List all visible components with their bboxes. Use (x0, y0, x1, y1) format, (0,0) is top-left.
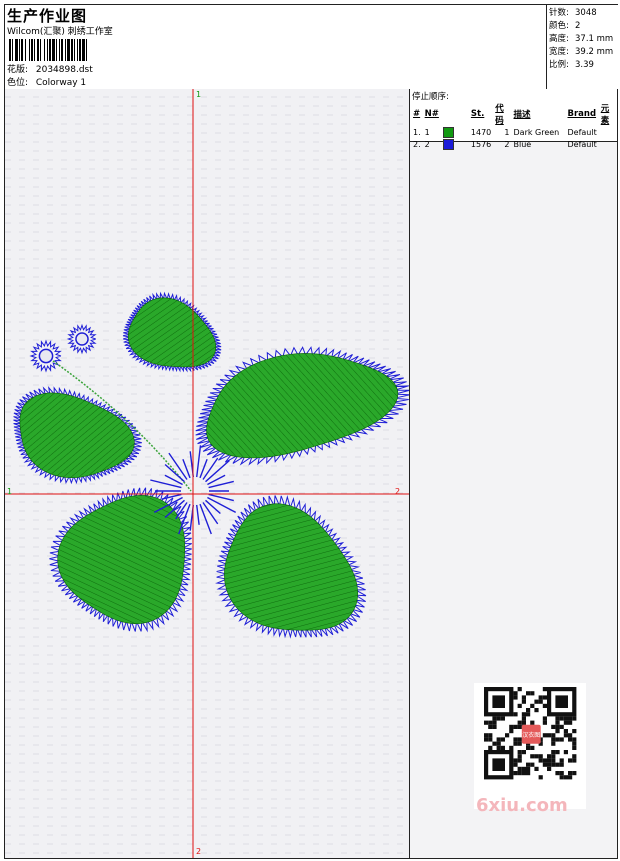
stat-value: 39.2 mm (575, 47, 614, 57)
qr-logo-text: 汉衣图 (522, 731, 540, 739)
row-brand: Default (567, 139, 597, 149)
col-element: 元素 (600, 104, 610, 126)
stat-width: 宽度: 39.2 mm (549, 45, 613, 57)
stat-label: 颜色: (549, 21, 569, 31)
col-code: 代码 (495, 104, 504, 126)
stat-label: 高度: (549, 34, 569, 44)
axis-right-label: 2 (395, 487, 401, 496)
row-code: 2 (504, 139, 510, 149)
design-file-label: 花版: (7, 65, 29, 75)
design-file-line: 花版: 2034898.dst (7, 62, 93, 75)
row-description: Dark Green (513, 127, 560, 137)
stat-value: 3.39 (575, 60, 594, 70)
barcode (9, 39, 87, 61)
stat-label: 比例: (549, 60, 569, 70)
axis-top-label: 1 (196, 90, 202, 99)
row-description: Blue (513, 139, 532, 149)
row-stitches: 1470 (470, 127, 492, 137)
row-number: 2 (424, 139, 430, 149)
stop-sequence-box: 停止顺序: # N# St. 代码 描述 Brand 元素 1. 1 1470 (410, 89, 617, 150)
watermark: 6xiu.com (476, 795, 568, 816)
header-info: 生产作业图 Wilcom(汇聚) 刺绣工作室 花版: 2034898.dst 色… (7, 5, 547, 89)
col-index: # (413, 109, 421, 119)
stat-scale: 比例: 3.39 (549, 58, 594, 70)
axis-bottom-label: 2 (196, 847, 202, 856)
table-row: 1. 1 1470 1 Dark Green Default (411, 126, 617, 138)
row-element (599, 126, 617, 138)
stop-sequence-table: # N# St. 代码 描述 Brand 元素 1. 1 1470 1 Dark… (411, 102, 617, 150)
stat-value: 3048 (575, 8, 597, 18)
design-preview: 1 2 1 2 (5, 89, 410, 858)
qr-code: 汉衣图 (474, 683, 586, 809)
col-stitches: St. (470, 109, 485, 119)
col-description: 描述 (513, 110, 531, 120)
row-element (599, 138, 617, 150)
side-panel: 停止顺序: # N# St. 代码 描述 Brand 元素 1. 1 1470 (410, 89, 617, 858)
row-stitches: 1576 (470, 139, 492, 149)
stat-label: 针数: (549, 8, 569, 18)
colorway-value: Colorway 1 (35, 78, 87, 88)
stat-height: 高度: 37.1 mm (549, 32, 613, 44)
qr-code-image: 汉衣图 (484, 687, 577, 780)
production-sheet: 生产作业图 Wilcom(汇聚) 刺绣工作室 花版: 2034898.dst 色… (4, 4, 618, 859)
row-index: 1. (413, 127, 421, 137)
colorway-line: 色位: Colorway 1 (7, 75, 86, 88)
row-brand: Default (567, 127, 597, 137)
company-name: Wilcom(汇聚) 刺绣工作室 (7, 27, 113, 37)
stats-panel: 针数: 3048 颜色: 2 高度: 37.1 mm 宽度: 39.2 mm 比例: 3.… (546, 5, 618, 89)
col-number: N# (424, 109, 439, 119)
sheet-header: 生产作业图 Wilcom(汇聚) 刺绣工作室 花版: 2034898.dst 色… (5, 5, 618, 90)
table-row: 2. 2 1576 2 Blue Default (411, 138, 617, 150)
axis-left-label: 1 (7, 487, 13, 496)
color-swatch-cell (441, 126, 469, 138)
stat-colors: 颜色: 2 (549, 19, 580, 31)
design-file-value: 2034898.dst (35, 65, 93, 75)
table-header-row: # N# St. 代码 描述 Brand 元素 (411, 102, 617, 126)
stop-sequence-title: 停止顺序: (412, 92, 449, 102)
page-title: 生产作业图 (7, 7, 88, 25)
color-swatch (442, 126, 454, 138)
stat-stitches: 针数: 3048 (549, 6, 597, 18)
color-swatch (442, 138, 454, 150)
stat-label: 宽度: (549, 47, 569, 57)
row-number: 1 (424, 127, 430, 137)
embroidery-canvas (5, 89, 409, 858)
colorway-label: 色位: (7, 78, 29, 88)
stat-value: 37.1 mm (575, 34, 614, 44)
row-index: 2. (413, 139, 421, 149)
col-brand: Brand (567, 109, 597, 119)
row-code: 1 (504, 127, 510, 137)
color-swatch-cell (441, 138, 469, 150)
stat-value: 2 (575, 21, 581, 31)
